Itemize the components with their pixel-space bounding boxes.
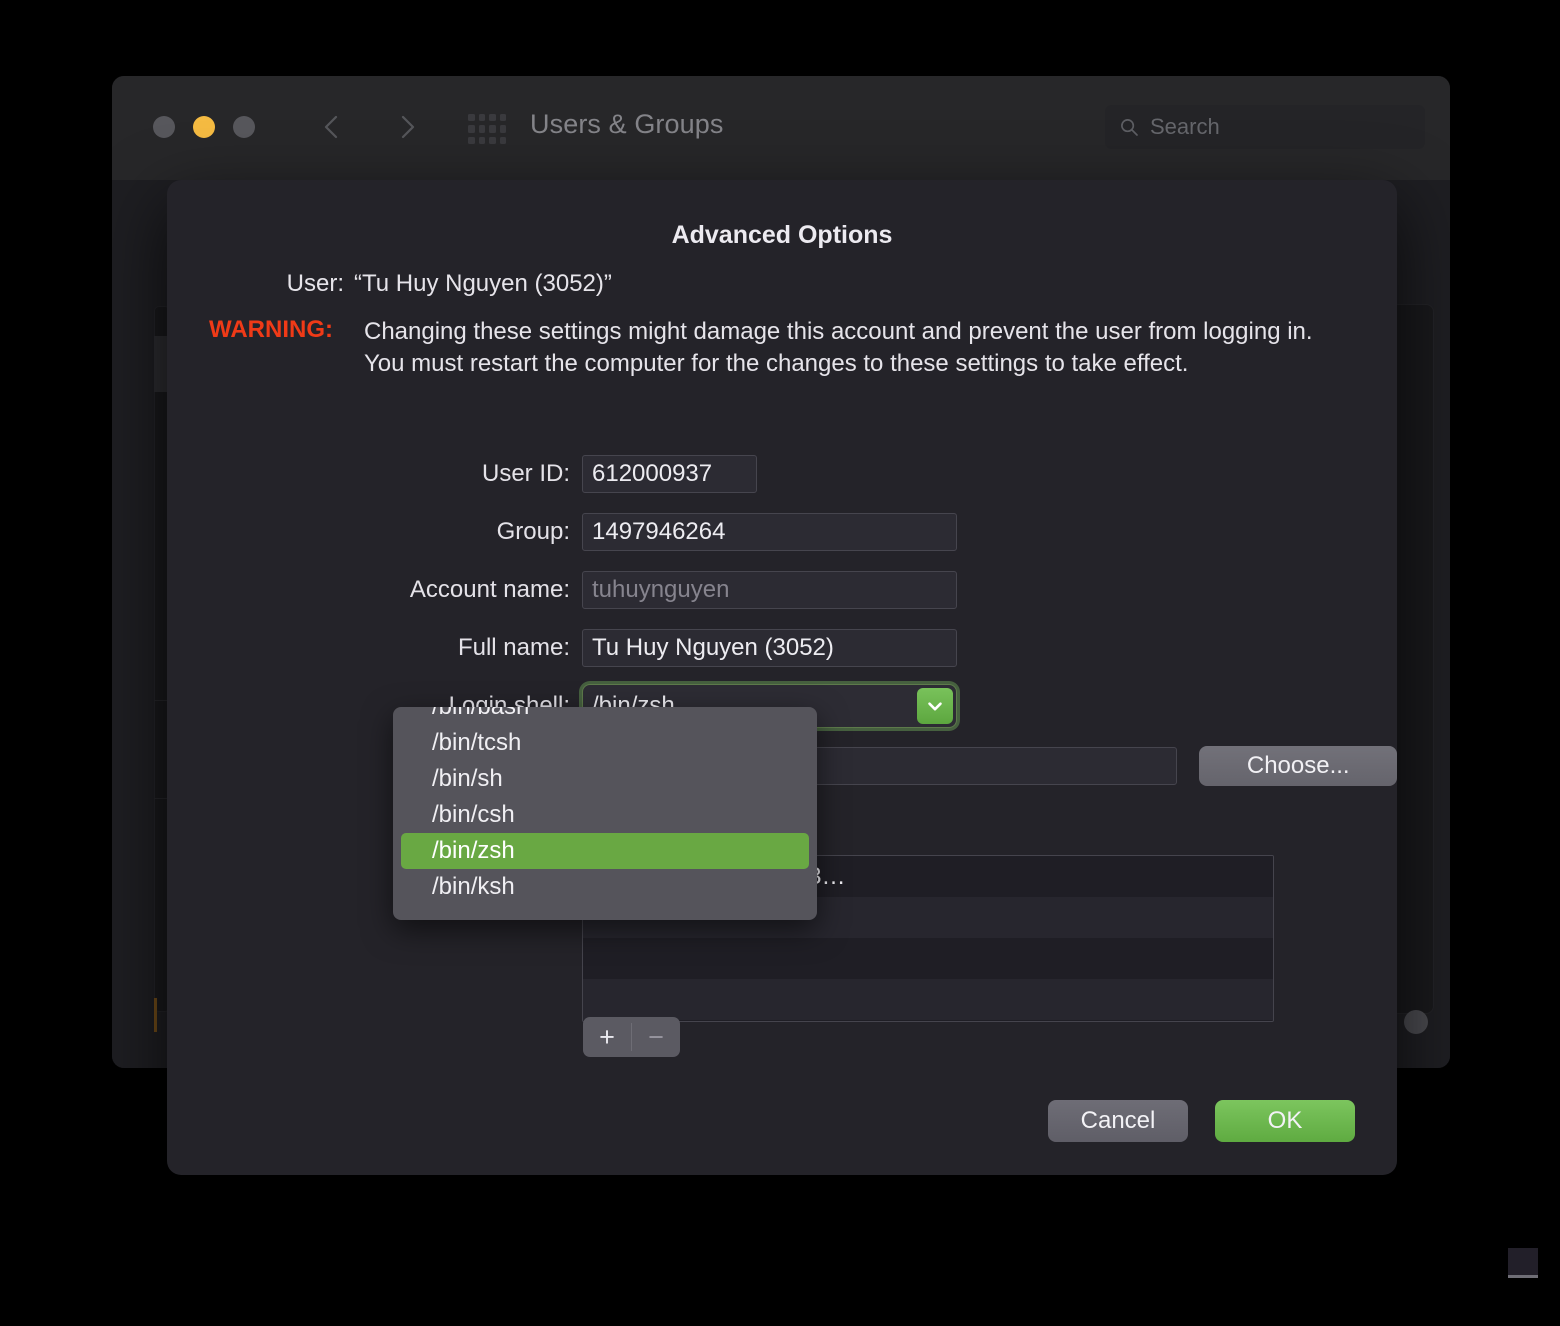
menu-item-bin-csh[interactable]: /bin/csh — [401, 797, 809, 833]
background-sidebar-divider — [154, 798, 168, 799]
grid-apps-icon[interactable] — [468, 114, 506, 144]
background-sidebar-selected-row — [154, 336, 168, 392]
search-field[interactable]: Search — [1105, 105, 1425, 149]
window-title: Users & Groups — [530, 109, 724, 139]
account-name-label: Account name: — [409, 576, 570, 603]
menu-item-bin-zsh[interactable]: /bin/zsh — [401, 833, 809, 869]
row-full-name: Full name: Tu Huy Nguyen (3052) — [167, 619, 1397, 677]
menu-item-bin-ksh[interactable]: /bin/ksh — [401, 869, 809, 905]
search-icon — [1119, 117, 1139, 137]
menu-item-bin-sh[interactable]: /bin/sh — [401, 761, 809, 797]
user-value: “Tu Huy Nguyen (3052)” — [354, 270, 612, 297]
row-group: Group: 1497946264 — [167, 503, 1397, 561]
background-sidebar-divider — [154, 700, 168, 701]
menu-item-bin-tcsh[interactable]: /bin/tcsh — [401, 725, 809, 761]
background-help-button — [1404, 1010, 1428, 1034]
row-user-id: User ID: 612000937 — [167, 445, 1397, 503]
sheet-title: Advanced Options — [671, 221, 893, 249]
zoom-button[interactable] — [233, 116, 255, 138]
minimize-button[interactable] — [193, 116, 215, 138]
cancel-button[interactable]: Cancel — [1048, 1100, 1188, 1142]
menu-item-bin-bash[interactable]: /bin/bash — [401, 707, 809, 725]
table-row[interactable] — [583, 979, 1273, 1020]
user-label: User: — [286, 270, 344, 297]
user-id-label: User ID: — [481, 460, 570, 487]
group-input[interactable]: 1497946264 — [582, 513, 957, 551]
ok-button[interactable]: OK — [1215, 1100, 1355, 1142]
group-label: Group: — [496, 518, 570, 545]
row-account-name: Account name: tuhuynguyen — [167, 561, 1397, 619]
login-shell-popup-menu[interactable]: /bin/bash /bin/tcsh /bin/sh /bin/csh /bi… — [393, 707, 817, 920]
advanced-options-sheet: Advanced Options User: “Tu Huy Nguyen (30… — [167, 180, 1397, 1175]
full-name-label: Full name: — [457, 634, 570, 661]
alias-add-remove-control: + − — [583, 1017, 680, 1057]
warning-text: Changing these settings might damage thi… — [364, 318, 1313, 377]
choose-button[interactable]: Choose... — [1199, 746, 1397, 786]
chevron-down-icon[interactable] — [917, 688, 953, 724]
chevron-right-icon[interactable] — [390, 110, 424, 144]
account-name-input[interactable]: tuhuynguyen — [582, 571, 957, 609]
chevron-left-icon[interactable] — [315, 110, 349, 144]
popup-menu-items: /bin/bash /bin/tcsh /bin/sh /bin/csh /bi… — [393, 707, 817, 905]
remove-alias-button[interactable]: − — [632, 1017, 680, 1057]
screen: Users & Groups Search Advanced Options U… — [0, 0, 1560, 1326]
search-placeholder: Search — [1150, 114, 1220, 139]
table-row[interactable] — [583, 938, 1273, 979]
warning-label: WARNING: — [209, 316, 333, 343]
user-row: User: “Tu Huy Nguyen (3052)” — [209, 270, 1349, 298]
desktop-corner-artifact — [1508, 1248, 1538, 1278]
sheet-action-buttons: Cancel OK — [1048, 1100, 1355, 1142]
background-accent-strip — [154, 998, 157, 1032]
add-alias-button[interactable]: + — [583, 1017, 631, 1057]
close-button[interactable] — [153, 116, 175, 138]
traffic-light-group — [153, 116, 255, 138]
window-titlebar: Users & Groups Search — [112, 76, 1450, 181]
user-id-input[interactable]: 612000937 — [582, 455, 757, 493]
warning-row: WARNING: Changing these settings might d… — [209, 316, 1359, 380]
full-name-input[interactable]: Tu Huy Nguyen (3052) — [582, 629, 957, 667]
